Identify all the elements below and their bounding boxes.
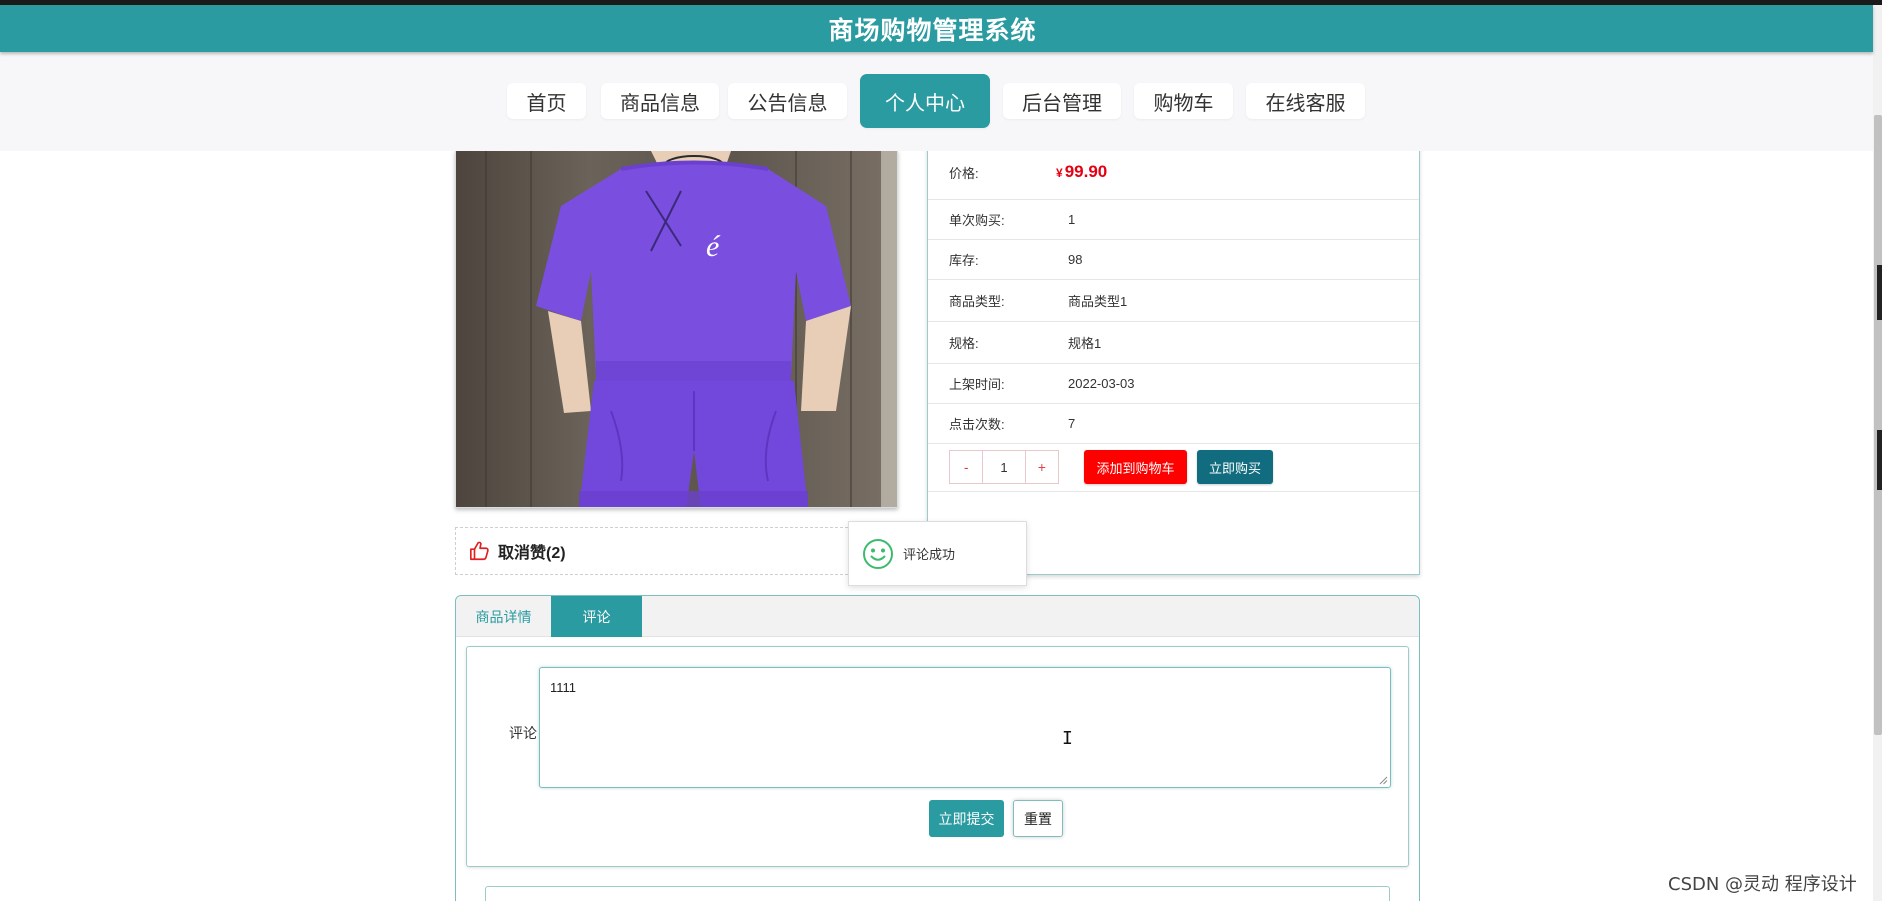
product-tabs: 商品详情 评论 评论 1111 I 立即提交 重置 (455, 595, 1420, 901)
info-value: 1 (1068, 212, 1076, 227)
main-nav: 首页 商品信息 公告信息 个人中心 后台管理 购物车 在线客服 (0, 52, 1873, 151)
info-row-stock: 库存: 98 (928, 240, 1419, 280)
tab-comments[interactable]: 评论 (551, 596, 642, 637)
quantity-input[interactable]: 1 (982, 451, 1026, 483)
info-label: 点击次数: (949, 417, 1005, 432)
info-value: 规格1 (1068, 336, 1102, 351)
thumbs-up-icon (470, 541, 489, 561)
nav-item-home[interactable]: 首页 (507, 83, 586, 119)
price-amount: 99.90 (1064, 162, 1108, 181)
info-value: 2022-03-03 (1068, 376, 1135, 391)
page: 商场购物管理系统 首页 商品信息 公告信息 个人中心 后台管理 购物车 在线客服 (0, 0, 1882, 901)
info-value: 98 (1068, 252, 1083, 267)
info-row-listed-date: 上架时间: 2022-03-03 (928, 364, 1419, 404)
comment-textarea[interactable]: 1111 I (539, 667, 1391, 788)
quantity-stepper: - 1 + (949, 450, 1059, 484)
scrollbar-marker (1877, 430, 1882, 490)
like-text: 取消赞(2) (498, 545, 566, 562)
info-label: 商品类型: (949, 294, 1005, 309)
info-label: 上架时间: (949, 377, 1005, 392)
product-info-panel: 价格: ¥99.90 单次购买: 1 库存: 98 商品类型: 商品类型1 规格… (927, 145, 1420, 575)
info-value: 商品类型1 (1068, 294, 1128, 309)
scrollbar-marker (1877, 265, 1882, 320)
resize-handle-icon[interactable] (1379, 776, 1388, 785)
product-image: é (455, 150, 898, 508)
nav-item-admin[interactable]: 后台管理 (1003, 83, 1121, 119)
product-photo: é (456, 151, 897, 507)
like-toggle[interactable]: 取消赞(2) (455, 527, 898, 575)
svg-text:é: é (706, 230, 721, 263)
info-label: 单次购买: (949, 213, 1005, 228)
buy-now-button[interactable]: 立即购买 (1197, 450, 1273, 484)
add-to-cart-button[interactable]: 添加到购物车 (1084, 450, 1187, 484)
smile-icon (863, 539, 893, 569)
scrollbar-thumb[interactable] (1874, 115, 1882, 735)
comment-list-card (485, 886, 1390, 901)
info-row-type: 商品类型: 商品类型1 (928, 280, 1419, 322)
reset-button[interactable]: 重置 (1013, 800, 1063, 837)
text-cursor-icon: I (1062, 728, 1073, 749)
info-value: 7 (1068, 416, 1076, 431)
quantity-increase-button[interactable]: + (1026, 451, 1058, 483)
comment-field-label: 评论 (509, 725, 537, 741)
quantity-decrease-button[interactable]: - (950, 451, 982, 483)
info-row-spec: 规格: 规格1 (928, 322, 1419, 364)
watermark: CSDN @灵动 程序设计 (1668, 874, 1857, 895)
info-label: 库存: (949, 253, 979, 268)
nav-item-profile[interactable]: 个人中心 (860, 74, 990, 128)
info-label: 规格: (949, 336, 979, 351)
price-value: ¥99.90 (1056, 162, 1107, 182)
price-row: 价格: ¥99.90 (928, 145, 1419, 200)
success-toast: 评论成功 (848, 521, 1027, 586)
info-row-purchase-limit: 单次购买: 1 (928, 200, 1419, 240)
currency-symbol: ¥ (1056, 166, 1063, 180)
tab-product-detail[interactable]: 商品详情 (456, 596, 551, 637)
toast-message: 评论成功 (903, 547, 956, 562)
site-header: 商场购物管理系统 (0, 5, 1873, 52)
info-row-clicks: 点击次数: 7 (928, 404, 1419, 444)
nav-item-cart[interactable]: 购物车 (1134, 83, 1233, 119)
comment-text: 1111 (550, 680, 577, 695)
nav-item-notices[interactable]: 公告信息 (728, 83, 847, 119)
price-label: 价格: (949, 165, 979, 181)
submit-comment-button[interactable]: 立即提交 (929, 800, 1004, 837)
site-title: 商场购物管理系统 (828, 16, 1037, 45)
comment-form: 评论 1111 I 立即提交 重置 (466, 646, 1409, 867)
tab-bar: 商品详情 评论 (456, 596, 1419, 637)
nav-item-products[interactable]: 商品信息 (601, 83, 719, 119)
nav-item-service[interactable]: 在线客服 (1246, 83, 1365, 119)
